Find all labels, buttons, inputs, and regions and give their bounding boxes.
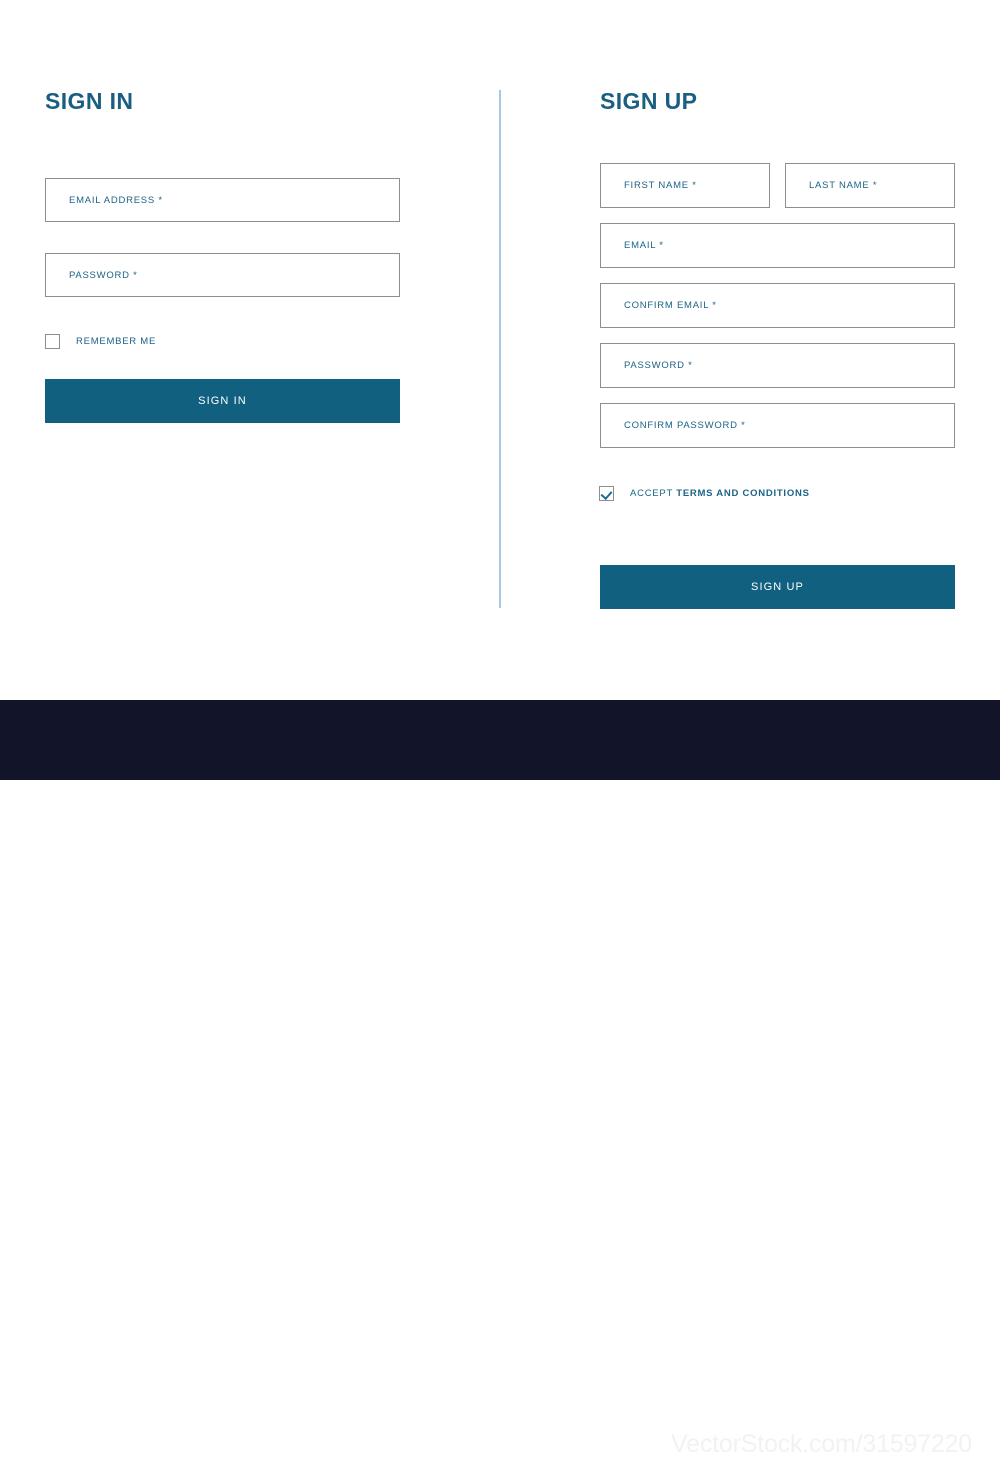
watermark-footer: VectorStock® VectorStock.com/31597220 [0, 700, 1000, 780]
remember-me-label: REMEMBER ME [76, 336, 156, 347]
last-name-input[interactable]: LAST NAME * [785, 163, 955, 208]
logo-word-vector: Vector [30, 1418, 135, 1460]
column-divider [499, 90, 501, 608]
logo-word-stock: Stock [135, 1418, 236, 1460]
remember-me-checkbox[interactable] [45, 334, 60, 349]
signup-password-placeholder: PASSWORD * [601, 360, 693, 371]
email-address-placeholder: EMAIL ADDRESS * [46, 195, 163, 206]
watermark-url: VectorStock.com/31597220 [671, 1430, 972, 1459]
accept-terms-row[interactable]: ACCEPT TERMS AND CONDITIONS [599, 486, 810, 501]
accept-terms-checkbox[interactable] [599, 486, 614, 501]
password-input[interactable]: PASSWORD * [45, 253, 400, 297]
first-name-placeholder: FIRST NAME * [601, 180, 697, 191]
remember-me-row[interactable]: REMEMBER ME [45, 334, 156, 349]
sign-up-button[interactable]: SIGN UP [600, 565, 955, 609]
page-canvas: SIGN IN EMAIL ADDRESS * PASSWORD * REMEM… [0, 0, 1000, 780]
confirm-password-placeholder: CONFIRM PASSWORD * [601, 420, 746, 431]
confirm-password-input[interactable]: CONFIRM PASSWORD * [600, 403, 955, 448]
registered-trademark-icon: ® [236, 1424, 247, 1441]
signup-email-input[interactable]: EMAIL * [600, 223, 955, 268]
sign-up-heading: SIGN UP [600, 88, 697, 115]
last-name-placeholder: LAST NAME * [786, 180, 877, 191]
vectorstock-logo: VectorStock® [30, 1418, 246, 1461]
accept-terms-label: ACCEPT TERMS AND CONDITIONS [630, 488, 810, 499]
confirm-email-input[interactable]: CONFIRM EMAIL * [600, 283, 955, 328]
signup-email-placeholder: EMAIL * [601, 240, 664, 251]
terms-and-conditions-link[interactable]: TERMS AND CONDITIONS [676, 488, 809, 499]
accept-terms-prefix: ACCEPT [630, 488, 673, 499]
sign-in-heading: SIGN IN [45, 88, 133, 115]
first-name-input[interactable]: FIRST NAME * [600, 163, 770, 208]
confirm-email-placeholder: CONFIRM EMAIL * [601, 300, 717, 311]
sign-in-button[interactable]: SIGN IN [45, 379, 400, 423]
signup-password-input[interactable]: PASSWORD * [600, 343, 955, 388]
email-address-input[interactable]: EMAIL ADDRESS * [45, 178, 400, 222]
password-placeholder: PASSWORD * [46, 270, 138, 281]
